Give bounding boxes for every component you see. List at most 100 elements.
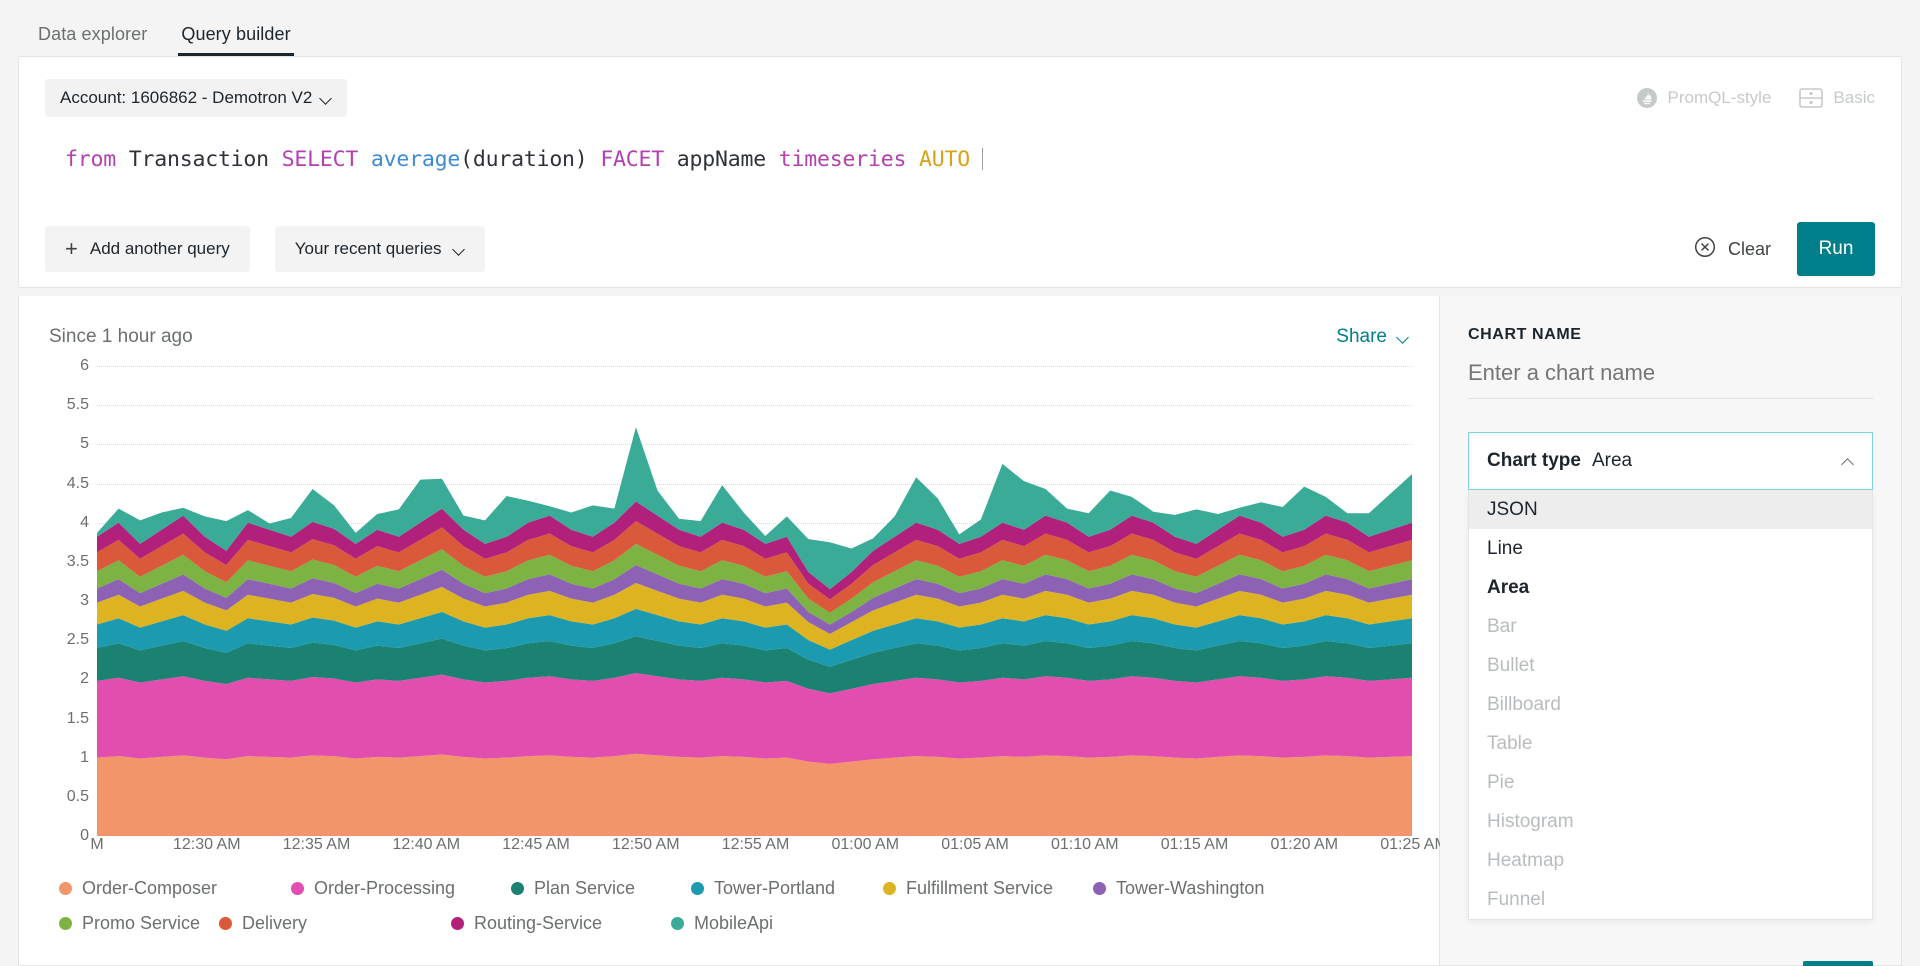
chart-plot-area: 0 0.5 1 1.5 2 2.5 3 3.5 4 4.5 5 5.5 6 [19,357,1439,844]
text-cursor [981,148,983,170]
legend-item[interactable]: Fulfillment Service [883,878,1093,899]
chart-type-option-funnel: Funnel [1487,888,1546,910]
save-button-partial[interactable] [1803,961,1873,966]
legend-color-swatch [59,917,72,930]
promql-style-toggle[interactable]: PromQL-style [1636,87,1771,109]
x-axis-tick-label: 12:30 AM [172,836,241,853]
chart-panel: Since 1 hour ago Share 0 0.5 1 1.5 2 2.5 3 3.5 4… [18,296,1448,966]
chart-type-option-histogram: Histogram [1487,810,1574,832]
chart-type-option-area[interactable]: Area [1469,568,1872,607]
tab-data-explorer[interactable]: Data explorer [38,24,147,56]
query-token-appname: appName [676,147,767,172]
query-space [269,147,282,172]
close-circle-icon [1694,236,1716,263]
chart-name-input[interactable] [1468,360,1873,399]
y-axis-tick-label: 4.5 [66,474,89,492]
legend-label: Order-Composer [82,878,218,898]
legend-color-swatch [691,882,704,895]
legend-item[interactable]: Order-Processing [291,878,511,899]
chart-type-label: Chart type [1487,450,1581,471]
top-tab-bar: Data explorer Query builder [0,0,1920,56]
y-axis-tick-label: 5.5 [66,396,89,414]
legend-label: Tower-Washington [1116,878,1265,898]
query-mode-toggles: PromQL-style Basic [1636,87,1875,109]
legend-label: MobileApi [694,913,774,933]
nrql-query-input[interactable]: from Transaction SELECT average(duration… [19,117,1901,172]
run-button[interactable]: Run [1797,222,1875,276]
legend-color-swatch [1093,882,1106,895]
account-and-mode-row: Account: 1606862 - Demotron V2 PromQL-st… [19,57,1901,117]
y-axis-tick-label: 0.5 [66,787,89,805]
legend-item[interactable]: Delivery [219,913,451,934]
share-label: Share [1336,326,1387,347]
chart-header: Since 1 hour ago Share [19,296,1439,348]
recent-queries-button[interactable]: Your recent queries [274,226,485,272]
legend-color-swatch [59,882,72,895]
legend-label: Fulfillment Service [906,878,1054,898]
chart-type-option-pie: Pie [1487,771,1515,793]
prometheus-icon [1636,87,1658,109]
y-axis-tick-label: 6 [80,357,89,374]
query-space [116,147,129,172]
chart-type-option-bullet: Bullet [1487,654,1535,676]
results-area: Since 1 hour ago Share 0 0.5 1 1.5 2 2.5 3 3.5 4… [18,296,1902,966]
chart-type-dropdown-trigger[interactable]: Chart type Area [1468,432,1873,490]
legend-label: Order-Processing [314,878,456,898]
legend-item[interactable]: Order-Composer [59,878,291,899]
chevron-down-icon [1398,332,1409,343]
stacked-area-series[interactable] [97,366,1412,836]
legend-item[interactable]: MobileApi [671,913,851,934]
query-token-from: from [65,147,116,172]
legend-color-swatch [219,917,232,930]
tab-query-builder[interactable]: Query builder [178,24,295,56]
legend-item[interactable]: Plan Service [511,878,691,899]
legend-label: Promo Service [82,913,201,933]
chart-legend: Order-Composer Order-Processing Plan Servi… [19,870,1409,934]
x-axis-tick-label: 12:50 AM [611,836,680,853]
share-button[interactable]: Share [1336,326,1409,348]
x-axis-tick-label: 12:40 AM [392,836,461,853]
chart-type-option-json[interactable]: JSON [1469,490,1872,529]
legend-item[interactable]: Promo Service [59,913,219,934]
y-axis-tick-label: 4 [80,513,89,531]
x-axis-tick-label: 01:05 AM [941,836,1009,853]
plot-canvas[interactable] [97,366,1412,836]
legend-label: Delivery [242,913,308,933]
add-another-query-button[interactable]: + Add another query [45,226,250,272]
chevron-up-icon [1843,456,1854,467]
x-axis-tick-label: M [90,836,104,853]
basic-mode-toggle[interactable]: Basic [1799,88,1875,108]
chart-type-option-billboard: Billboard [1487,693,1561,715]
account-selector-label: Account: 1606862 - Demotron V2 [60,88,313,107]
legend-color-swatch [883,882,896,895]
query-token-select: SELECT [281,147,359,172]
chart-type-option-line[interactable]: Line [1469,529,1872,568]
recent-queries-label: Your recent queries [294,239,442,258]
account-selector[interactable]: Account: 1606862 - Demotron V2 [45,79,348,117]
add-another-query-label: Add another query [89,239,230,258]
legend-color-swatch [291,882,304,895]
area-series-order-composer[interactable] [97,753,1412,836]
legend-item[interactable]: Tower-Washington [1093,878,1303,899]
legend-item[interactable]: Tower-Portland [691,878,883,899]
y-axis-tick-label: 3 [80,592,89,609]
basic-mode-label: Basic [1833,88,1875,107]
query-token-facet: FACET [600,147,665,172]
query-token-auto: AUTO [918,147,970,172]
legend-label: Tower-Portland [714,878,836,898]
chart-type-option-table: Table [1487,732,1533,754]
chevron-down-icon [454,244,465,255]
clear-button[interactable]: Clear [1694,236,1771,263]
legend-color-swatch [511,882,524,895]
x-axis-tick-label: 01:00 AM [831,836,900,853]
query-space [588,147,601,172]
legend-item[interactable]: Routing-Service [451,913,671,934]
query-space [906,147,919,172]
legend-label: Plan Service [534,878,636,898]
query-actions-row: + Add another query Your recent queries [19,211,1901,287]
y-axis-tick-label: 1.5 [66,709,89,727]
x-axis-tick-label: 01:10 AM [1050,836,1119,853]
run-label: Run [1818,238,1854,259]
time-range-label: Since 1 hour ago [49,326,193,347]
area-series-order-processing[interactable] [97,673,1412,764]
